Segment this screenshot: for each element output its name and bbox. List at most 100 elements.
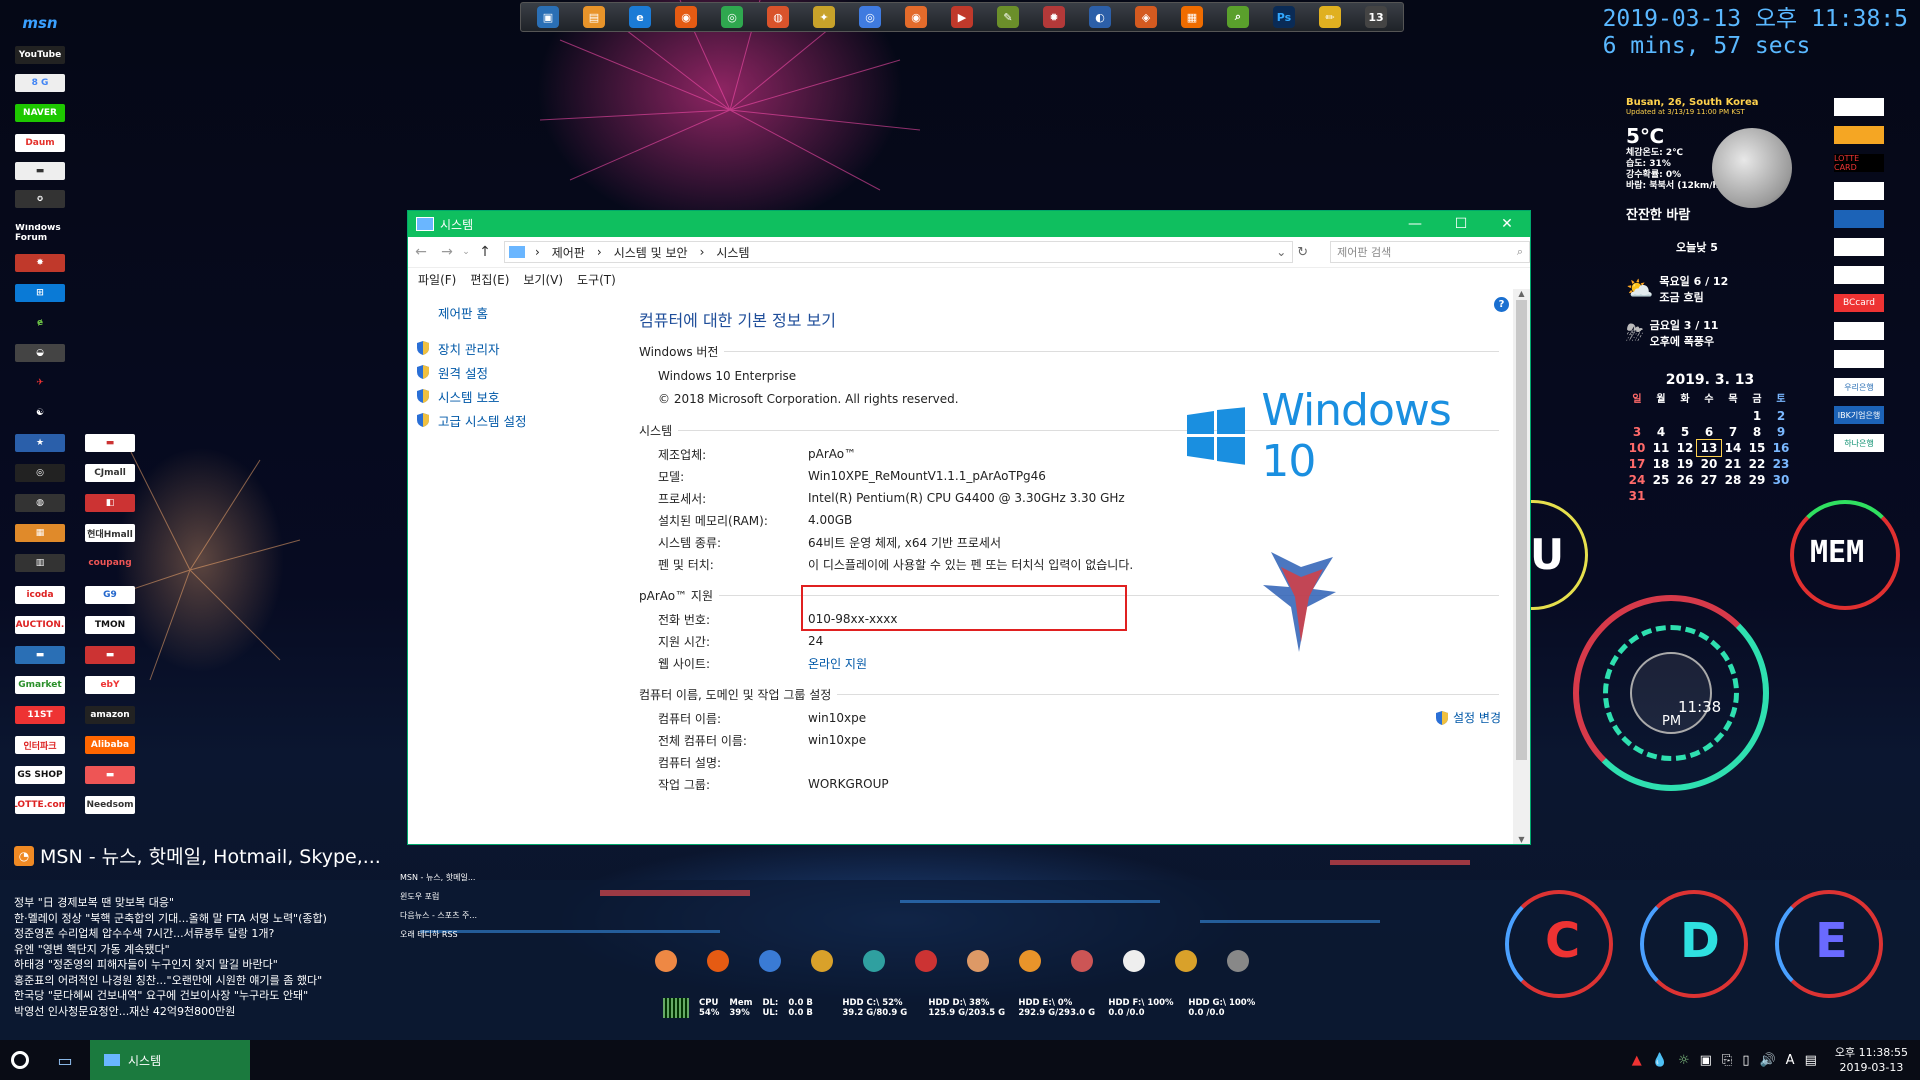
calendar-day[interactable]: 17 (1625, 456, 1649, 472)
ime-indicator[interactable]: A (1786, 1053, 1795, 1068)
samsung-icon[interactable] (1834, 182, 1884, 200)
dock-app2-icon[interactable] (811, 950, 833, 972)
network-icon[interactable]: ▲ (1632, 1053, 1642, 1068)
shop-l3-icon[interactable]: ◍ (15, 494, 65, 512)
calendar-day[interactable]: 8 (1745, 424, 1769, 440)
dock-app8-icon[interactable] (1175, 950, 1197, 972)
calendar-day[interactable] (1673, 488, 1697, 504)
usb-icon[interactable]: ⎘ (1722, 1053, 1732, 1068)
calendar-day[interactable]: 6 (1697, 424, 1721, 440)
hana-icon[interactable]: 하나은행 (1834, 434, 1884, 452)
refresh-icon[interactable]: ↻ (1297, 245, 1308, 260)
daum-icon[interactable]: Daum (15, 134, 65, 152)
online-support-link[interactable]: 온라인 지원 (808, 655, 1511, 672)
news-item[interactable]: 박영선 인사청문요청안...재산 42억9천800만원 (14, 1004, 394, 1020)
feed-link[interactable]: 윈도우 포럼 (400, 887, 477, 906)
up-arrow-icon[interactable]: ↑ (472, 244, 498, 260)
app-l2-icon[interactable]: ◒ (15, 344, 65, 362)
close-button[interactable]: ✕ (1484, 211, 1530, 237)
tray-app2-icon[interactable]: ▣ (1700, 1053, 1712, 1068)
app4-icon[interactable]: ◈ (1135, 6, 1157, 28)
bccard-icon[interactable]: BCcard (1834, 294, 1884, 312)
news-item[interactable]: 홍준표의 어려적인 나경원 칭찬..."오랜만에 시원한 얘기를 좀 했다" (14, 973, 394, 989)
battery-icon[interactable]: ▯ (1742, 1053, 1749, 1068)
news-item[interactable]: 한·멜레이 정상 "북핵 군축합의 기대...올해 말 FTA 서명 노력"(종… (14, 911, 394, 927)
calendar-day[interactable]: 27 (1697, 472, 1721, 488)
woori-icon[interactable]: 우리은행 (1834, 378, 1884, 396)
calendar-icon[interactable]: 13 (1365, 6, 1387, 28)
sidebar-home-link[interactable]: 제어판 홈 (438, 303, 618, 322)
site-icon[interactable]: ▬ (15, 162, 65, 180)
tray-clock[interactable]: 오후 11:38:55 2019-03-13 (1835, 1045, 1908, 1075)
calendar-day[interactable] (1697, 408, 1721, 424)
sidebar-item-remote[interactable]: 원격 설정 (416, 364, 618, 381)
msn-icon[interactable]: msn (15, 14, 65, 32)
app3-icon[interactable]: ◐ (1089, 6, 1111, 28)
tmon-icon[interactable]: TMON (85, 616, 135, 634)
dock-app9-icon[interactable] (1227, 950, 1249, 972)
help-icon[interactable]: ? (1494, 297, 1509, 312)
bank6-icon[interactable] (1834, 238, 1884, 256)
dropdown-icon[interactable]: ⌄ (1276, 245, 1286, 259)
calendar-day[interactable]: 24 (1625, 472, 1649, 488)
shop-r3-icon[interactable]: ◧ (85, 494, 135, 512)
dock-app5-icon[interactable] (1019, 950, 1041, 972)
calendar-day[interactable]: 19 (1673, 456, 1697, 472)
feed-link[interactable]: 다음뉴스 - 스포츠 주... (400, 906, 477, 925)
feed-link[interactable]: 오래 테디하 RSS (400, 925, 477, 944)
calendar-day[interactable]: 21 (1721, 456, 1745, 472)
calendar-day[interactable]: 20 (1697, 456, 1721, 472)
shop-l8-icon[interactable]: ▬ (15, 646, 65, 664)
bank2-icon[interactable] (1834, 126, 1884, 144)
address-bar[interactable]: › 제어판 › 시스템 및 보안 › 시스템 ⌄ (503, 241, 1294, 263)
auction-icon[interactable]: AUCTION. (15, 616, 65, 634)
calendar-day[interactable] (1673, 408, 1697, 424)
calendar-day[interactable]: 29 (1745, 472, 1769, 488)
change-settings-link[interactable]: 설정 변경 (1435, 709, 1501, 726)
news-item[interactable]: 정부 "日 경제보복 땐 맞보복 대응" (14, 895, 394, 911)
calendar-day[interactable]: 11 (1649, 440, 1673, 456)
back-arrow-icon[interactable]: ← (408, 244, 434, 260)
app5-icon[interactable]: ▦ (1181, 6, 1203, 28)
calendar-day[interactable]: 7 (1721, 424, 1745, 440)
breadcrumb-security[interactable]: 시스템 및 보안 (614, 244, 688, 261)
media-icon[interactable]: ▶ (951, 6, 973, 28)
calendar-day[interactable] (1625, 408, 1649, 424)
kb-icon[interactable] (1834, 322, 1884, 340)
menu-edit[interactable]: 편집(E) (470, 271, 509, 288)
sidebar-item-device-manager[interactable]: 장치 관리자 (416, 340, 618, 357)
google-icon[interactable]: 8 G (15, 74, 65, 92)
calendar-day[interactable] (1721, 408, 1745, 424)
app2-icon[interactable]: ✹ (1043, 6, 1065, 28)
youtube-icon[interactable]: YouTube (15, 46, 65, 64)
calendar-day[interactable] (1721, 488, 1745, 504)
naver-icon[interactable]: NAVER (15, 104, 65, 122)
search-app-icon[interactable]: ⌕ (1227, 6, 1249, 28)
icoda-icon[interactable]: icoda (15, 586, 65, 604)
browser-icon[interactable]: ◍ (767, 6, 789, 28)
volume-icon[interactable]: 🔊 (1759, 1053, 1775, 1068)
app-l4-icon[interactable]: ☯ (15, 404, 65, 422)
forum-icon[interactable]: ✪ (15, 190, 65, 208)
breadcrumb-system[interactable]: 시스템 (716, 244, 749, 261)
dock-app4-icon[interactable] (967, 950, 989, 972)
g9-icon[interactable]: G9 (85, 586, 135, 604)
folder-icon[interactable]: ▤ (583, 6, 605, 28)
calendar-day[interactable] (1769, 488, 1793, 504)
tray-app-icon[interactable]: ☼ (1678, 1053, 1690, 1068)
calendar-day[interactable]: 4 (1649, 424, 1673, 440)
sidebar-item-advanced[interactable]: 고급 시스템 설정 (416, 412, 618, 429)
shop-l4-icon[interactable]: ▦ (15, 524, 65, 542)
calendar-day[interactable]: 2 (1769, 408, 1793, 424)
ie-icon[interactable]: e (629, 6, 651, 28)
shop-l2-icon[interactable]: ◎ (15, 464, 65, 482)
app-l3-icon[interactable]: ✈ (15, 374, 65, 392)
game-icon[interactable]: ✸ (15, 254, 65, 272)
firefox-icon[interactable]: ◉ (675, 6, 697, 28)
calendar-day[interactable]: 12 (1673, 440, 1697, 456)
shop-r11-icon[interactable]: ▬ (85, 766, 135, 784)
firefox-dev-icon[interactable]: ◉ (905, 6, 927, 28)
search-input[interactable]: 제어판 검색 ⌕ (1330, 241, 1531, 263)
app-l1-icon[interactable]: ɇ (15, 314, 65, 332)
dock-app7-icon[interactable] (1123, 950, 1145, 972)
